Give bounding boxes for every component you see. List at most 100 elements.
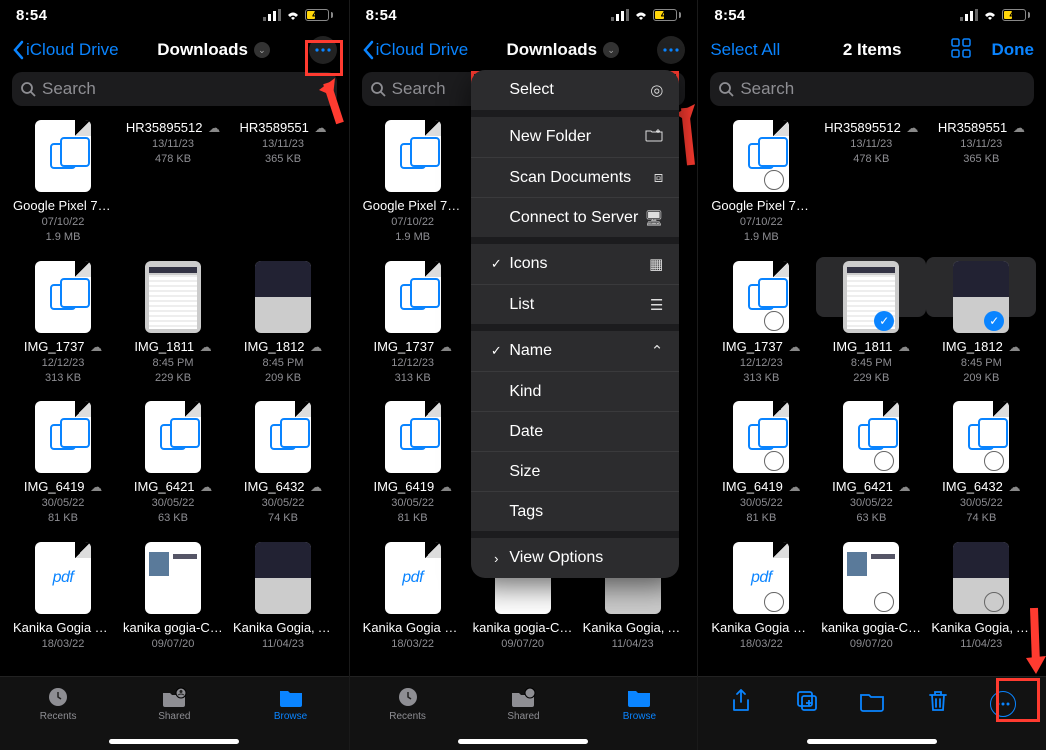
menu-scan-documents[interactable]: Scan Documents⧈ xyxy=(471,157,679,197)
status-time: 8:54 xyxy=(366,7,397,24)
menu-sort-date[interactable]: Date xyxy=(471,411,679,451)
menu-sort-kind[interactable]: Kind xyxy=(471,371,679,411)
search-field[interactable]: Search xyxy=(12,72,337,106)
file-item[interactable]: pdfKanika Gogia CV ☁18/03/22 xyxy=(8,536,118,662)
file-name: IMG_1812 ☁ xyxy=(233,339,333,354)
file-item[interactable]: IMG_1737 ☁12/12/23313 KB xyxy=(706,255,816,396)
file-item[interactable]: IMG_1737 ☁12/12/23313 KB xyxy=(8,255,118,396)
share-button[interactable] xyxy=(721,688,761,719)
file-meta: 30/05/2274 KB xyxy=(232,496,334,526)
home-indicator[interactable] xyxy=(807,739,937,744)
home-indicator[interactable] xyxy=(109,739,239,744)
file-grid: Google Pixel 7 vs Pi…$300 ☁07/10/221.9 M… xyxy=(0,114,349,662)
file-item[interactable]: IMG_6419 ☁30/05/2281 KB xyxy=(8,395,118,536)
tab-recents[interactable]: Recents xyxy=(350,677,466,750)
tab-browse[interactable]: Browse xyxy=(232,677,348,750)
file-item[interactable]: kanika gogia-CV ☁09/07/20 xyxy=(118,536,228,662)
more-button[interactable] xyxy=(983,691,1023,717)
delete-button[interactable] xyxy=(918,689,958,718)
selection-circle xyxy=(764,311,784,331)
menu-connect-server[interactable]: Connect to Server🖥 xyxy=(471,197,679,237)
context-menu: Select◎ New Folder Scan Documents⧈ Conne… xyxy=(471,70,679,578)
file-item[interactable]: IMG_1812 ☁8:45 PM209 KB xyxy=(228,255,338,396)
check-icon: ✓ xyxy=(487,256,505,272)
file-meta: 13/11/23478 KB xyxy=(122,137,224,167)
file-item[interactable]: kanika gogia-CV ☁09/07/20 xyxy=(816,536,926,662)
back-button[interactable]: iCloud Drive xyxy=(362,40,469,60)
cloud-icon: ☁ xyxy=(1008,340,1020,354)
selection-count: 2 Items xyxy=(843,40,902,60)
search-placeholder: Search xyxy=(42,79,96,99)
file-name: kanika gogia-CV ☁ xyxy=(123,620,223,635)
share-icon xyxy=(730,688,752,714)
file-item[interactable]: Kanika Gogia, Auth…of 46 ☁11/04/23 xyxy=(926,536,1036,662)
file-item[interactable]: HR35895512 ☁13/11/23478 KB xyxy=(816,114,926,255)
tab-browse[interactable]: Browse xyxy=(581,677,697,750)
back-button[interactable]: iCloud Drive xyxy=(12,40,119,60)
move-button[interactable] xyxy=(852,690,892,717)
chevron-left-icon xyxy=(12,40,24,60)
select-all-button[interactable]: Select All xyxy=(710,40,780,60)
more-button[interactable] xyxy=(657,36,685,64)
file-item[interactable]: IMG_6419 ☁30/05/2281 KB xyxy=(358,395,468,536)
file-item[interactable]: pdfKanika Gogia CV ☁18/03/22 xyxy=(358,536,468,662)
file-item[interactable]: pdfKanika Gogia CV ☁18/03/22 xyxy=(706,536,816,662)
folder-title-button[interactable]: Downloads ⌄ xyxy=(506,40,619,60)
menu-new-folder[interactable]: New Folder xyxy=(471,117,679,157)
tab-recents[interactable]: Recents xyxy=(0,677,116,750)
more-button[interactable] xyxy=(309,36,337,64)
file-item[interactable]: IMG_6421 ☁30/05/2263 KB xyxy=(816,395,926,536)
nav-header: iCloud Drive Downloads ⌄ xyxy=(0,30,349,70)
file-item[interactable]: Google Pixel 7 vs Pi…$300 ☁07/10/221.9 M… xyxy=(358,114,468,255)
file-item[interactable]: Google Pixel 7 vs Pi…$300 ☁07/10/221.9 M… xyxy=(706,114,816,255)
clock-icon xyxy=(46,685,70,709)
file-item[interactable]: IMG_6432 ☁30/05/2274 KB xyxy=(228,395,338,536)
file-name: IMG_6432 ☁ xyxy=(931,479,1031,494)
file-name: IMG_6419 ☁ xyxy=(711,479,811,494)
file-item[interactable]: ✓IMG_1812 ☁8:45 PM209 KB xyxy=(926,255,1036,396)
file-item[interactable]: IMG_6432 ☁30/05/2274 KB xyxy=(926,395,1036,536)
scan-icon: ⧈ xyxy=(654,169,664,186)
folder-icon xyxy=(278,685,304,709)
folder-title-button[interactable]: Downloads ⌄ xyxy=(157,40,270,60)
file-meta: 07/10/221.9 MB xyxy=(12,215,114,245)
duplicate-button[interactable] xyxy=(787,689,827,718)
file-item[interactable]: Google Pixel 7 vs Pi…$300 ☁07/10/221.9 M… xyxy=(8,114,118,255)
file-item[interactable]: HR3589551 ☁13/11/23365 KB xyxy=(228,114,338,255)
nav-header: iCloud Drive Downloads ⌄ xyxy=(350,30,698,70)
menu-sort-size[interactable]: Size xyxy=(471,451,679,491)
chevron-down-icon: ⌄ xyxy=(254,42,270,58)
search-field[interactable]: Search xyxy=(710,72,1034,106)
cloud-icon: ☁ xyxy=(1008,480,1020,494)
file-item[interactable]: IMG_6421 ☁30/05/2263 KB xyxy=(118,395,228,536)
file-item[interactable]: IMG_6419 ☁30/05/2281 KB xyxy=(706,395,816,536)
home-indicator[interactable] xyxy=(458,739,588,744)
file-meta: 18/03/22 xyxy=(362,637,464,652)
screenshot-2: 8:54 42 iCloud Drive Downloads ⌄ Search … xyxy=(349,0,698,750)
screenshot-1: 8:54 42 iCloud Drive Downloads ⌄ xyxy=(0,0,349,750)
back-label: iCloud Drive xyxy=(376,40,469,60)
file-item[interactable]: IMG_1811 ☁8:45 PM229 KB xyxy=(118,255,228,396)
ellipsis-icon xyxy=(996,702,1010,706)
file-item[interactable]: HR35895512 ☁13/11/23478 KB xyxy=(118,114,228,255)
grid-icon xyxy=(951,38,971,58)
file-item[interactable]: ✓IMG_1811 ☁8:45 PM229 KB xyxy=(816,255,926,396)
file-item[interactable]: IMG_1737 ☁12/12/23313 KB xyxy=(358,255,468,396)
file-meta: 13/11/23365 KB xyxy=(930,137,1032,167)
menu-view-icons[interactable]: ✓Icons▦ xyxy=(471,244,679,284)
view-toggle-button[interactable] xyxy=(951,38,971,63)
cloud-icon: ☁ xyxy=(310,480,322,494)
cell-signal-icon xyxy=(960,9,978,21)
file-item[interactable]: HR3589551 ☁13/11/23365 KB xyxy=(926,114,1036,255)
menu-sort-tags[interactable]: Tags xyxy=(471,491,679,531)
done-button[interactable]: Done xyxy=(991,40,1034,60)
menu-view-options[interactable]: ›View Options xyxy=(471,538,679,578)
select-icon: ◎ xyxy=(650,81,663,99)
duplicate-icon xyxy=(795,689,819,713)
file-name: IMG_1737 ☁ xyxy=(711,339,811,354)
menu-sort-name[interactable]: ✓Name⌃ xyxy=(471,331,679,371)
file-item[interactable]: Kanika Gogia, Auth…of 46 ☁11/04/23 xyxy=(228,536,338,662)
chevron-right-icon: › xyxy=(487,551,505,566)
menu-view-list[interactable]: List☰ xyxy=(471,284,679,324)
menu-select[interactable]: Select◎ xyxy=(471,70,679,110)
